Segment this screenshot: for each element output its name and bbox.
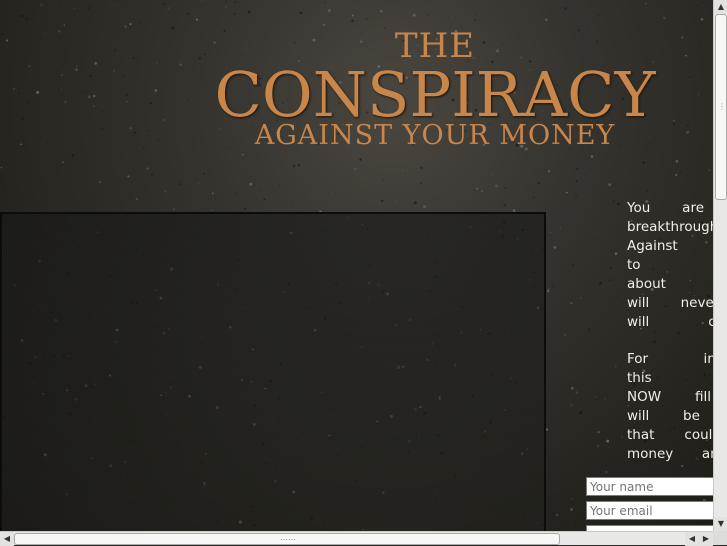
copy-line: Against YOUR xyxy=(627,237,713,256)
copy-line: You are view xyxy=(627,199,713,218)
arrow-right-icon[interactable]: ▶ xyxy=(699,532,713,546)
name-input[interactable] xyxy=(586,477,713,496)
copy-line: this breakt xyxy=(627,369,713,388)
vertical-scroll-thumb[interactable]: ⋮⋮ xyxy=(715,14,727,200)
intro-copy: You are view breakthrough Against YOUR t… xyxy=(627,199,713,482)
copy-line: money and w xyxy=(627,445,713,464)
copy-line: about money xyxy=(627,275,713,294)
grip-icon: ⋮⋮ xyxy=(718,103,727,111)
arrow-left-icon[interactable]: ◀ xyxy=(0,532,14,546)
logo-subtitle: AGAINST YOUR MONEY xyxy=(180,120,690,152)
horizontal-scroll-thumb[interactable]: ⋯⋯ xyxy=(14,533,560,545)
arrow-left-icon[interactable]: ◀ xyxy=(685,532,699,546)
email-input[interactable] xyxy=(586,501,713,520)
arrow-up-icon[interactable]: ▲ xyxy=(714,0,727,14)
copy-line: will be direc xyxy=(627,407,713,426)
vertical-scrollbar[interactable]: ▲ ⋮⋮ ▼ xyxy=(713,0,727,531)
copy-line: that could ch xyxy=(627,426,713,445)
page-viewport: THE CONSPIRACY AGAINST YOUR MONEY You ar… xyxy=(0,0,713,531)
copy-line: will never kn xyxy=(627,294,713,313)
horizontal-scrollbar[interactable]: ◀ ⋯⋯ ◀ ▶ xyxy=(0,531,713,545)
logo-title: CONSPIRACY xyxy=(180,62,690,128)
scroll-corner xyxy=(713,531,727,545)
grip-icon: ⋯⋯ xyxy=(280,536,296,544)
copy-line: NOW fill out xyxy=(627,388,713,407)
instructions-paragraph: For instructio this breakt NOW fill out … xyxy=(627,350,713,464)
copy-line: For instructio xyxy=(627,350,713,369)
video-player[interactable] xyxy=(0,212,546,531)
copy-line: breakthrough xyxy=(627,218,713,237)
intro-paragraph: You are view breakthrough Against YOUR t… xyxy=(627,199,713,332)
copy-line: to possess xyxy=(627,256,713,275)
copy-line: will continue xyxy=(627,313,713,332)
arrow-down-icon[interactable]: ▼ xyxy=(714,517,727,531)
